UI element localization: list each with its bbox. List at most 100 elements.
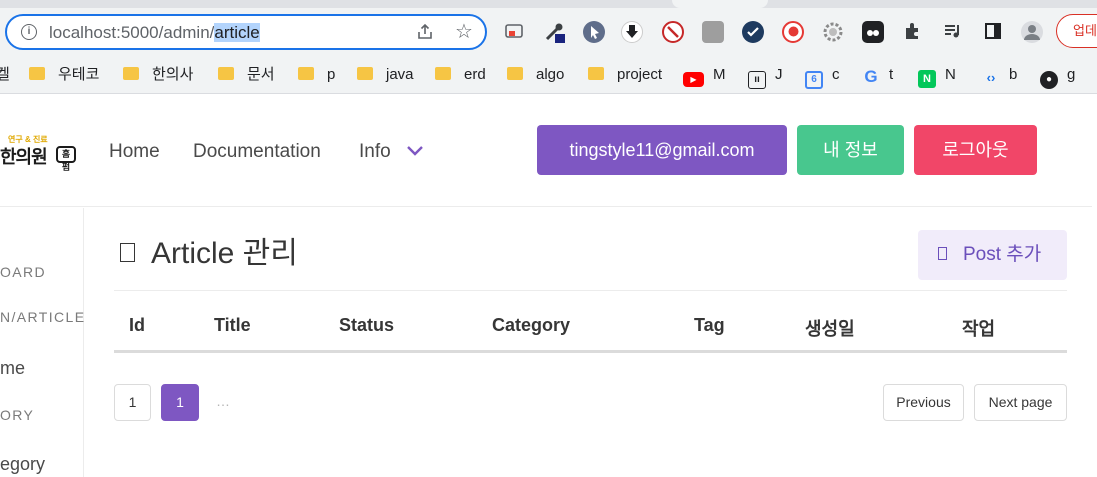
url-selection: article: [214, 23, 260, 42]
bookmark-star-icon[interactable]: ☆: [454, 22, 474, 42]
next-page-button[interactable]: Next page: [974, 384, 1067, 421]
page-title-text: Article 관리: [151, 237, 298, 270]
bracket-face-icon: ıı: [748, 71, 766, 89]
title-divider: [114, 290, 1067, 291]
bookmark-overflow[interactable]: 켈: [0, 63, 10, 87]
column-header-created[interactable]: 생성일: [805, 315, 855, 341]
check-circle-icon[interactable]: [742, 21, 764, 43]
youtube-icon: ▶: [683, 72, 704, 87]
bookmark-folder[interactable]: 우테코: [29, 63, 99, 87]
bookmarks-bar: 켈 우테코 한의사 문서 p java erd algo project ▶ M …: [0, 57, 1097, 94]
bookmark-label: erd: [464, 66, 486, 83]
bookmark-code[interactable]: ‹› b: [982, 63, 1018, 87]
app-header: 연구 & 진료 한의원 홈펌 Home Documentation Info t…: [0, 95, 1092, 207]
user-email-button[interactable]: tingstyle11@gmail.com: [537, 125, 787, 175]
bookmark-calendar[interactable]: 6c: [805, 63, 840, 89]
active-tab-edge[interactable]: [672, 0, 768, 8]
bookmark-label: t: [889, 66, 894, 83]
google-icon: G: [864, 67, 878, 86]
logout-button[interactable]: 로그아웃: [914, 125, 1037, 175]
add-post-label: Post 추가: [963, 244, 1042, 265]
folder-icon: [507, 67, 523, 80]
folder-icon: [435, 67, 451, 80]
nav-home[interactable]: Home: [109, 140, 160, 164]
block-icon[interactable]: [662, 21, 684, 43]
nav-documentation[interactable]: Documentation: [193, 140, 321, 164]
sidebar-item-home[interactable]: me: [0, 358, 25, 379]
post-icon: [938, 247, 947, 260]
bookmark-label: project: [617, 66, 663, 83]
update-button[interactable]: 업데: [1056, 14, 1097, 48]
bookmark-label: N: [945, 66, 956, 83]
url-text[interactable]: localhost:5000/admin/article: [49, 22, 260, 44]
folder-icon: [357, 67, 373, 80]
record-icon[interactable]: [782, 21, 804, 43]
naver-icon: N: [918, 70, 936, 88]
column-header-tag[interactable]: Tag: [694, 315, 725, 336]
sidebar-label-admin-article[interactable]: N/ARTICLE: [0, 309, 85, 325]
bookmark-label: p: [327, 66, 336, 83]
sidebar-label-dashboard: OARD: [0, 264, 47, 280]
github-icon: ●: [1040, 71, 1058, 89]
column-header-id[interactable]: Id: [129, 315, 145, 336]
logo-name: 한의원: [0, 147, 48, 167]
article-icon: [120, 243, 135, 262]
code-icon: ‹›: [986, 70, 996, 85]
ghost-icon[interactable]: [862, 21, 884, 43]
bookmark-folder[interactable]: project: [588, 63, 662, 87]
address-bar[interactable]: i localhost:5000/admin/article ☆: [5, 14, 487, 50]
bookmark-google[interactable]: Gt: [862, 63, 893, 87]
bookmark-label: 한의사: [152, 66, 194, 83]
bookmark-jira[interactable]: ıı J: [748, 63, 783, 89]
download-icon[interactable]: [621, 21, 643, 43]
gear-icon[interactable]: [822, 21, 844, 43]
folder-icon: [29, 67, 45, 80]
nav-info[interactable]: Info: [359, 140, 391, 164]
share-icon[interactable]: [415, 23, 435, 43]
chevron-down-icon[interactable]: [405, 143, 423, 157]
media-queue-icon[interactable]: [942, 21, 964, 43]
column-header-status[interactable]: Status: [339, 315, 394, 336]
avatar-ext-icon[interactable]: [702, 21, 724, 43]
cursor-icon[interactable]: [583, 21, 605, 43]
bookmark-github[interactable]: ● g: [1040, 63, 1076, 89]
logo-badge: 홈펌: [56, 146, 76, 172]
site-info-icon[interactable]: i: [21, 24, 37, 40]
page-link-current[interactable]: 1: [161, 384, 199, 421]
calendar-icon: 6: [805, 71, 823, 89]
pagination-ellipsis: …: [216, 393, 230, 409]
cast-icon[interactable]: [503, 21, 525, 43]
site-logo[interactable]: 연구 & 진료 한의원 홈펌: [0, 135, 78, 172]
page-link-first[interactable]: 1: [114, 384, 151, 421]
previous-page-button[interactable]: Previous: [883, 384, 964, 421]
my-info-button[interactable]: 내 정보: [797, 125, 904, 175]
bookmark-folder[interactable]: 한의사: [123, 63, 193, 87]
bookmark-folder[interactable]: 문서: [218, 63, 275, 87]
bookmark-folder[interactable]: erd: [435, 63, 486, 87]
bookmark-label: java: [386, 66, 414, 83]
bookmark-folder[interactable]: algo: [507, 63, 564, 87]
browser-toolbar: i localhost:5000/admin/article ☆ 업데: [0, 0, 1097, 57]
profile-icon[interactable]: [1021, 21, 1043, 43]
add-post-button[interactable]: Post 추가: [918, 230, 1067, 280]
column-header-category[interactable]: Category: [492, 315, 570, 336]
side-panel-icon[interactable]: [982, 21, 1004, 43]
sidebar-item-category[interactable]: egory: [0, 454, 45, 475]
sidebar: OARD N/ARTICLE me ORY egory: [0, 208, 84, 477]
column-header-actions[interactable]: 작업: [962, 315, 995, 341]
bookmark-label: g: [1067, 66, 1076, 83]
bookmark-youtube[interactable]: ▶ M: [683, 63, 726, 87]
folder-icon: [218, 67, 234, 80]
folder-icon: [123, 67, 139, 80]
column-header-title[interactable]: Title: [214, 315, 251, 336]
tab-strip: [0, 0, 1097, 8]
eyedropper-icon[interactable]: [543, 21, 565, 43]
bookmark-label: J: [775, 66, 783, 83]
bookmark-label: c: [832, 66, 840, 83]
bookmark-naver[interactable]: NN: [918, 63, 956, 88]
bookmark-folder[interactable]: p: [298, 63, 335, 87]
folder-icon: [588, 67, 604, 80]
bookmark-folder[interactable]: java: [357, 63, 414, 87]
bookmark-label: algo: [536, 66, 565, 83]
puzzle-icon[interactable]: [902, 21, 924, 43]
